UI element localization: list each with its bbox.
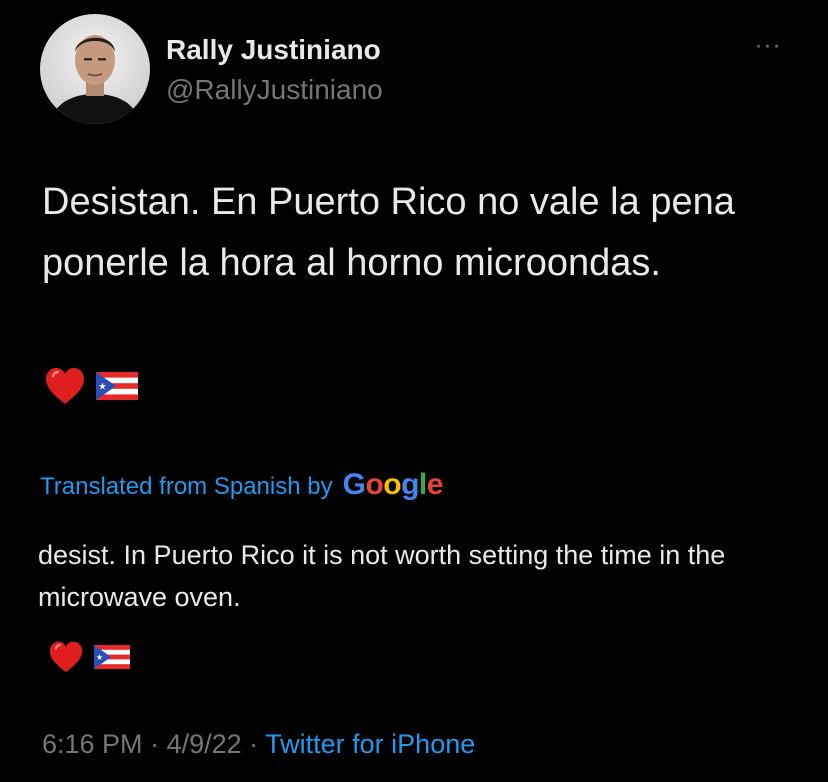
display-name[interactable]: Rally Justiniano xyxy=(166,32,381,68)
translated-emoji-row xyxy=(48,640,130,674)
puerto-rico-flag-emoji xyxy=(94,645,130,669)
more-options-button[interactable]: ··· xyxy=(748,32,788,60)
avatar[interactable] xyxy=(40,14,150,124)
user-handle[interactable]: @RallyJustiniano xyxy=(166,72,383,108)
separator: · xyxy=(142,729,167,759)
tweet-emoji-row xyxy=(44,366,138,406)
translated-text: desist. In Puerto Rico it is not worth s… xyxy=(38,540,726,612)
tweet-metadata: 6:16 PM · 4/9/22 · Twitter for iPhone xyxy=(42,726,475,762)
separator: · xyxy=(241,729,266,759)
tweet-source-link[interactable]: Twitter for iPhone xyxy=(265,729,475,759)
puerto-rico-flag-emoji xyxy=(96,372,138,400)
avatar-image xyxy=(40,14,150,124)
heart-emoji xyxy=(49,641,83,673)
tweet-text: Desistan. En Puerto Rico no vale la pena… xyxy=(42,181,735,284)
heart-emoji xyxy=(46,368,84,404)
tweet-date[interactable]: 4/9/22 xyxy=(167,729,242,759)
ellipsis-icon: ··· xyxy=(754,32,782,59)
google-logo: Google xyxy=(342,468,444,501)
translation-attribution: Translated from Spanish by Google xyxy=(40,468,443,502)
tweet-time[interactable]: 6:16 PM xyxy=(42,729,143,759)
translated-from-link[interactable]: Translated from Spanish by xyxy=(40,473,333,501)
